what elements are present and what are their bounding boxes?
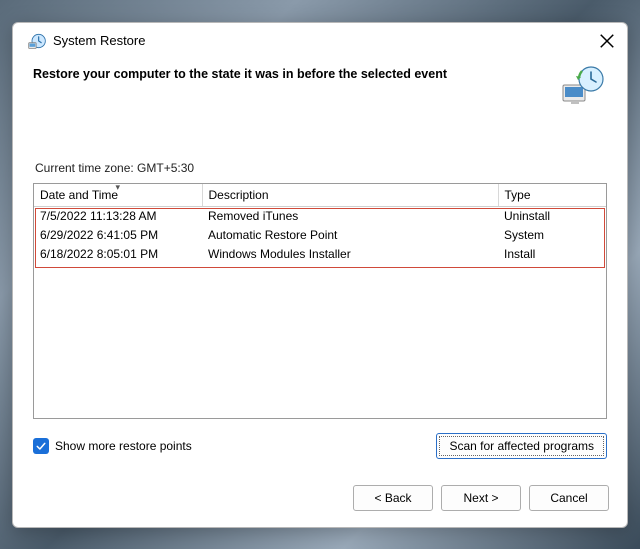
restore-wizard-icon (559, 65, 607, 105)
table-row[interactable]: 6/29/2022 6:41:05 PM Automatic Restore P… (34, 225, 606, 244)
cell-description: Windows Modules Installer (202, 244, 498, 263)
back-button[interactable]: < Back (353, 485, 433, 511)
table-row[interactable]: 7/5/2022 11:13:28 AM Removed iTunes Unin… (34, 206, 606, 225)
table-header-row: ▾ Date and Time Description Type (34, 184, 606, 207)
cell-date: 6/18/2022 8:05:01 PM (34, 244, 202, 263)
next-button[interactable]: Next > (441, 485, 521, 511)
close-button[interactable] (597, 31, 617, 51)
system-restore-window: System Restore Restore your computer to … (12, 22, 628, 528)
system-restore-icon (27, 31, 47, 51)
table-row[interactable]: 6/18/2022 8:05:01 PM Windows Modules Ins… (34, 244, 606, 263)
column-header-date[interactable]: ▾ Date and Time (34, 184, 202, 207)
cancel-button[interactable]: Cancel (529, 485, 609, 511)
show-more-checkbox[interactable] (33, 438, 49, 454)
column-header-type[interactable]: Type (498, 184, 606, 207)
sort-descending-icon: ▾ (115, 183, 120, 193)
column-header-description[interactable]: Description (202, 184, 498, 207)
options-row: Show more restore points Scan for affect… (33, 433, 607, 459)
cell-type: Uninstall (498, 206, 606, 225)
wizard-footer: < Back Next > Cancel (13, 475, 627, 527)
restore-points-list[interactable]: ▾ Date and Time Description Type 7/5/202… (33, 183, 607, 419)
cell-type: Install (498, 244, 606, 263)
wizard-header: Restore your computer to the state it wa… (13, 55, 627, 111)
cell-description: Automatic Restore Point (202, 225, 498, 244)
cell-description: Removed iTunes (202, 206, 498, 225)
wizard-heading: Restore your computer to the state it wa… (33, 65, 559, 81)
show-more-checkbox-wrap[interactable]: Show more restore points (33, 438, 192, 454)
cell-date: 6/29/2022 6:41:05 PM (34, 225, 202, 244)
show-more-label: Show more restore points (55, 439, 192, 453)
cell-date: 7/5/2022 11:13:28 AM (34, 206, 202, 225)
titlebar: System Restore (13, 23, 627, 55)
scan-affected-programs-button[interactable]: Scan for affected programs (436, 433, 607, 459)
window-title: System Restore (53, 33, 597, 48)
wizard-body: Current time zone: GMT+5:30 ▾ Date and T… (13, 111, 627, 475)
timezone-label: Current time zone: GMT+5:30 (35, 161, 607, 175)
cell-type: System (498, 225, 606, 244)
